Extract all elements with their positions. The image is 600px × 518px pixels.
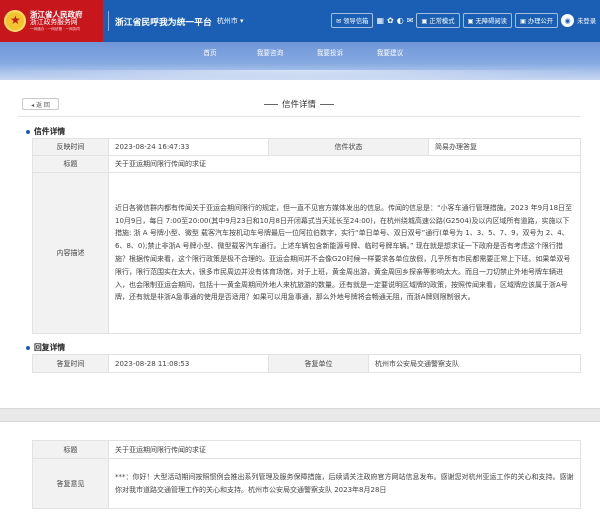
- weibo-icon[interactable]: ◐: [397, 16, 404, 25]
- time-value: 2023-08-24 16:47:33: [108, 138, 269, 156]
- bullet-icon: [26, 345, 30, 350]
- table-row: 标题 关于亚运期间限行传闻的求证: [32, 440, 581, 459]
- reply-unit-value: 杭州市公安局交通警察支队: [368, 354, 581, 373]
- reply-subject-value: 关于亚运期间限行传闻的求证: [108, 440, 581, 459]
- nav-item-complain[interactable]: 我要投诉: [300, 42, 360, 64]
- status-value: 简易办理答复: [428, 138, 581, 156]
- letter-table: 反映时间 2023-08-24 16:47:33 信件状态 简易办理答复 标题 …: [32, 138, 581, 334]
- reply-opinion-value: ***：你好！大型活动期间按照惯例会推出系列管理及服务保障措施，后续请关注政府官…: [108, 458, 581, 509]
- status-label: 信件状态: [268, 138, 429, 156]
- reply-section-header: 回复详情: [26, 342, 65, 353]
- reply-table-top: 答复时间 2023-08-28 11:08:53 答复单位 杭州市公安局交通警察…: [32, 354, 581, 373]
- nav-item-home[interactable]: 首页: [180, 42, 240, 64]
- letter-section-header: 信件详情: [26, 126, 65, 137]
- site-title: 浙江省民呼我为统一平台: [115, 17, 212, 28]
- table-row: 标题 关于亚运期间限行传闻的求证: [32, 155, 581, 173]
- toolbar: ✉ 领导信箱 ▦ ✿ ◐ ✉ ▣ 正常模式 ▣ 无障碍阅读 ▣ 办理公开 ◉ 未…: [330, 13, 596, 28]
- app-icon[interactable]: ▦: [376, 16, 384, 25]
- content-label: 内容描述: [32, 172, 109, 334]
- title-divider: [18, 116, 580, 117]
- reply-time-label: 答复时间: [32, 354, 109, 373]
- wechat-icon[interactable]: ✿: [387, 16, 394, 25]
- brand-block[interactable]: 浙江省人民政府 浙江政务服务网 一网通办 · 一网统管 · 一网协同: [0, 0, 103, 42]
- reply-table-bottom: 标题 关于亚运期间限行传闻的求证 答复意见 ***：你好！大型活动期间按照惯例会…: [32, 440, 581, 509]
- reply-section-title: 回复详情: [34, 343, 66, 352]
- table-row: 答复时间 2023-08-28 11:08:53 答复单位 杭州市公安局交通警察…: [32, 354, 581, 373]
- user-avatar-icon[interactable]: ◉: [561, 14, 575, 27]
- city-selector[interactable]: 杭州市 ▾: [217, 16, 244, 26]
- username[interactable]: 未登录: [577, 16, 596, 25]
- accessible-reading-button[interactable]: ▣ 无障碍阅读: [462, 13, 512, 28]
- content-value: 近日各微信群内都有传闻关于亚运会期间限行的规定，但一直不见官方媒体发出的信息。传…: [108, 172, 581, 334]
- mail-icon[interactable]: ✉: [407, 16, 414, 25]
- bullet-icon: [26, 129, 30, 134]
- section-separator: [0, 408, 600, 422]
- table-row: 反映时间 2023-08-24 16:47:33 信件状态 简易办理答复: [32, 138, 581, 156]
- table-row: 答复意见 ***：你好！大型活动期间按照惯例会推出系列管理及服务保障措施，后续请…: [32, 458, 581, 509]
- time-label: 反映时间: [32, 138, 109, 156]
- subject-value: 关于亚运期间限行传闻的求证: [108, 155, 581, 173]
- reply-time-value: 2023-08-28 11:08:53: [108, 354, 269, 373]
- nav-item-consult[interactable]: 我要咨询: [240, 42, 300, 64]
- banner-decoration: [0, 70, 600, 82]
- public-handling-button[interactable]: ▣ 办理公开: [514, 13, 559, 28]
- main-nav: 首页 我要咨询 我要投诉 我要建议: [0, 42, 600, 64]
- back-button[interactable]: ◂ 返 回: [22, 98, 59, 110]
- letter-section-title: 信件详情: [34, 127, 66, 136]
- subject-label: 标题: [32, 155, 109, 173]
- reply-opinion-label: 答复意见: [32, 458, 109, 509]
- standard-mode-button[interactable]: ▣ 正常模式: [416, 13, 460, 28]
- brand-line2: 浙江政务服务网: [30, 18, 78, 27]
- leader-mailbox-button[interactable]: ✉ 领导信箱: [330, 13, 374, 28]
- table-row: 内容描述 近日各微信群内都有传闻关于亚运会期间限行的规定，但一直不见官方媒体发出…: [32, 172, 581, 334]
- header-divider: [108, 11, 109, 31]
- nav-item-suggest[interactable]: 我要建议: [360, 42, 420, 64]
- reply-unit-label: 答复单位: [268, 354, 369, 373]
- brand-line3: 一网通办 · 一网统管 · 一网协同: [30, 27, 80, 32]
- national-emblem-icon: [4, 10, 26, 32]
- reply-subject-label: 标题: [32, 440, 109, 459]
- page-title: 信件详情: [18, 98, 580, 110]
- top-bar: 浙江省人民政府 浙江政务服务网 一网通办 · 一网统管 · 一网协同 浙江省民呼…: [0, 0, 600, 42]
